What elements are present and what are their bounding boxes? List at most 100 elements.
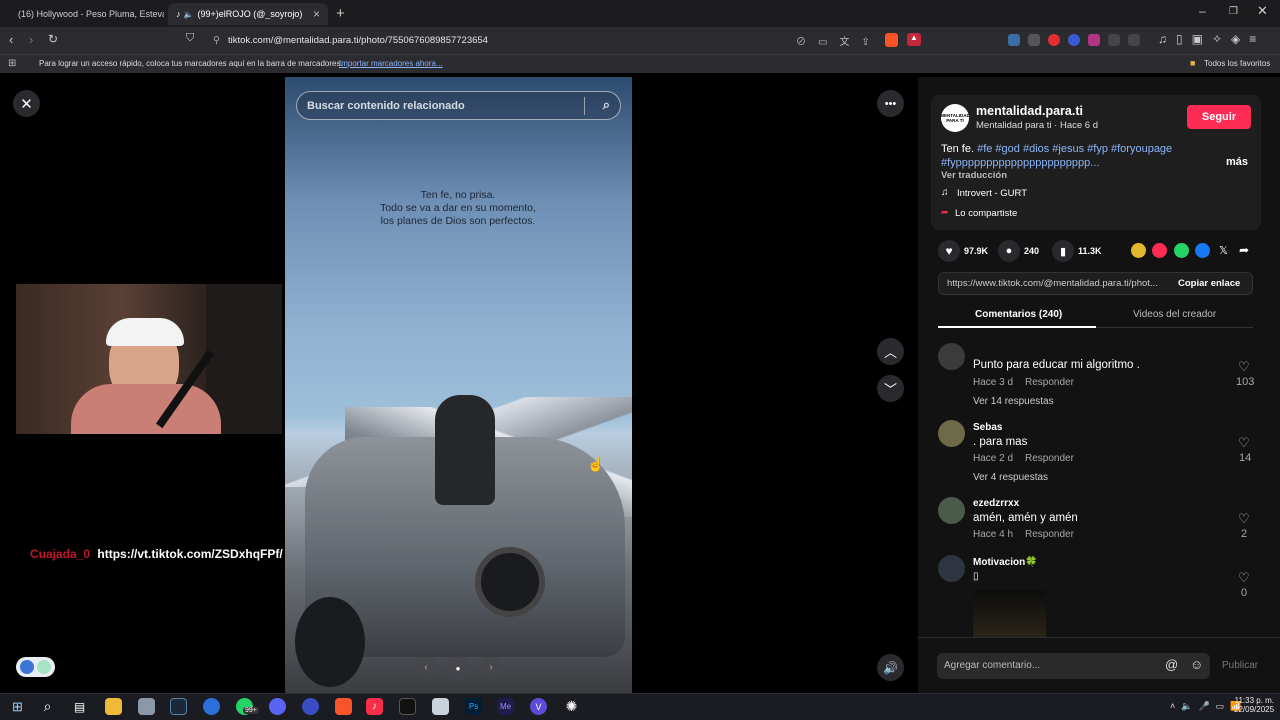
forward-icon[interactable]: ›: [29, 32, 33, 47]
media-encoder-icon[interactable]: Me: [497, 698, 514, 715]
bookmark-icon[interactable]: ▮: [1052, 240, 1074, 262]
follow-button[interactable]: Seguir: [1187, 105, 1251, 129]
more-options-button[interactable]: •••: [877, 90, 904, 117]
extension-icon[interactable]: [1008, 34, 1020, 46]
reload-icon[interactable]: ↻: [48, 32, 58, 46]
comment-input[interactable]: Agregar comentario... @ ☺: [937, 653, 1210, 679]
tab-creator-videos[interactable]: Videos del creador: [1133, 309, 1216, 320]
windows-start-icon[interactable]: ⊞: [9, 698, 26, 715]
all-favorites[interactable]: Todos los favoritos: [1204, 59, 1270, 68]
reply-button[interactable]: Responder: [1025, 453, 1074, 464]
share-repost-icon[interactable]: [1152, 243, 1167, 258]
app-icon[interactable]: [203, 698, 220, 715]
avatar[interactable]: [938, 555, 965, 582]
extension-icon[interactable]: [1048, 34, 1060, 46]
photoshop-icon[interactable]: Ps: [465, 698, 482, 715]
volume-button[interactable]: 🔊: [877, 654, 904, 681]
file-explorer-icon[interactable]: [105, 698, 122, 715]
facebook-icon[interactable]: [1195, 243, 1210, 258]
app-icon[interactable]: [138, 698, 155, 715]
discord-icon[interactable]: [269, 698, 286, 715]
creator-name[interactable]: mentalidad.para.ti: [976, 104, 1083, 118]
post-photo[interactable]: [285, 77, 632, 693]
close-tab-icon[interactable]: ×: [313, 7, 320, 21]
caption-hashtags[interactable]: #fe #god #dios #jesus #fyp #foryoupage: [977, 143, 1172, 155]
brave-icon[interactable]: [335, 698, 352, 715]
related-search-input[interactable]: Buscar contenido relacionado ⌕: [296, 91, 621, 120]
photo-page-dot[interactable]: ●: [446, 656, 470, 680]
mention-icon[interactable]: @: [1165, 657, 1178, 672]
avatar[interactable]: [938, 343, 965, 370]
avatar[interactable]: [938, 420, 965, 447]
extension-icon[interactable]: [1028, 34, 1040, 46]
comment-like-icon[interactable]: ♡: [1238, 435, 1250, 451]
minimize-button[interactable]: –: [1199, 4, 1206, 18]
apps-icon[interactable]: ⊞: [8, 58, 16, 69]
view-replies-button[interactable]: Ver 4 respuestas: [973, 472, 1048, 483]
comment-image[interactable]: [973, 590, 1046, 637]
new-tab-button[interactable]: +: [336, 5, 345, 22]
close-viewer-button[interactable]: ✕: [13, 90, 40, 117]
comment-like-count: 14: [1239, 452, 1252, 464]
photo-prev-button[interactable]: ‹: [415, 656, 437, 678]
site-info-icon[interactable]: ⚲: [213, 35, 220, 46]
chatgpt-icon[interactable]: ✺: [563, 698, 580, 715]
comment-like-icon[interactable]: ♡: [1238, 570, 1250, 586]
comment-author[interactable]: Sebas: [973, 422, 1002, 433]
avatar[interactable]: [938, 497, 965, 524]
creator-avatar[interactable]: MENTALIDAD PARA TI: [940, 104, 970, 132]
toolbar-icons[interactable]: ♫▯▣✧◈≡: [1158, 32, 1265, 46]
close-window-button[interactable]: ✕: [1257, 3, 1268, 19]
comment-author[interactable]: Motivacion🍀: [973, 557, 1038, 568]
search-icon[interactable]: ⌕: [39, 698, 56, 715]
photo-next-button[interactable]: ›: [480, 656, 502, 678]
extension-icon[interactable]: [1088, 34, 1100, 46]
previous-post-button[interactable]: ︿: [877, 338, 904, 365]
copy-link-button[interactable]: Copiar enlace: [1178, 278, 1240, 289]
clock[interactable]: 11:33 p. m. 22/09/2025: [1234, 696, 1274, 714]
task-view-icon[interactable]: ▤: [71, 698, 88, 715]
music-icon[interactable]: ♪: [366, 698, 383, 715]
import-bookmarks-link[interactable]: Importar marcadores ahora...: [339, 59, 443, 68]
puzzle-icon[interactable]: [1108, 34, 1120, 46]
tab-comments[interactable]: Comentarios (240): [975, 309, 1062, 320]
comment-like-icon[interactable]: ♡: [1238, 511, 1250, 527]
share-friends-icon[interactable]: [1131, 243, 1146, 258]
brave-rewards-icon[interactable]: ▲: [907, 33, 921, 46]
caption-hashtags[interactable]: #fypppppppppppppppppppppp...: [941, 157, 1099, 169]
view-replies-button[interactable]: Ver 14 respuestas: [973, 396, 1054, 407]
comment-text: ▯: [973, 571, 979, 582]
address-actions-icon[interactable]: ⊘▭文⇪: [796, 33, 882, 48]
back-icon[interactable]: ‹: [9, 32, 13, 47]
next-post-button[interactable]: ﹀: [877, 375, 904, 402]
tab-youtube[interactable]: (16) Hollywood - Peso Pluma, Esteva: [4, 3, 164, 25]
comment-icon[interactable]: ●: [998, 240, 1020, 262]
app-icon[interactable]: [302, 698, 319, 715]
comment-like-icon[interactable]: ♡: [1238, 359, 1250, 375]
brave-shield-icon[interactable]: [885, 33, 898, 47]
comment-author[interactable]: ezedzrrxx: [973, 498, 1019, 509]
tab-tiktok[interactable]: ♪ 🔈 (99+)elROJO (@_soyrojo) | Tik ×: [168, 3, 328, 25]
reply-button[interactable]: Responder: [1025, 529, 1074, 540]
bookmark-icon[interactable]: ⛉: [186, 32, 194, 45]
emoji-icon[interactable]: ☺: [1190, 657, 1203, 672]
hand-cursor-icon: ☝: [587, 456, 605, 472]
app-icon[interactable]: [432, 698, 449, 715]
app-icon[interactable]: V: [530, 698, 547, 715]
reply-button[interactable]: Responder: [1025, 377, 1074, 388]
whatsapp-icon[interactable]: [1174, 243, 1189, 258]
publish-button[interactable]: Publicar: [1222, 660, 1258, 671]
x-twitter-icon[interactable]: 𝕏: [1219, 244, 1228, 257]
extension-icon[interactable]: [1068, 34, 1080, 46]
more-caption-button[interactable]: más: [1226, 156, 1248, 168]
share-more-icon[interactable]: ➦: [1239, 243, 1249, 257]
music-title[interactable]: Introvert - GURT: [957, 188, 1027, 199]
active-tab-indicator: [938, 326, 1096, 328]
steam-icon[interactable]: [170, 698, 187, 715]
search-icon[interactable]: ⌕: [603, 97, 610, 113]
extension-icon[interactable]: [1128, 34, 1140, 46]
heart-icon[interactable]: ♥: [938, 240, 960, 262]
translate-link[interactable]: Ver traducción: [941, 170, 1007, 181]
restore-button[interactable]: ❐: [1229, 6, 1238, 17]
obs-icon[interactable]: [399, 698, 416, 715]
